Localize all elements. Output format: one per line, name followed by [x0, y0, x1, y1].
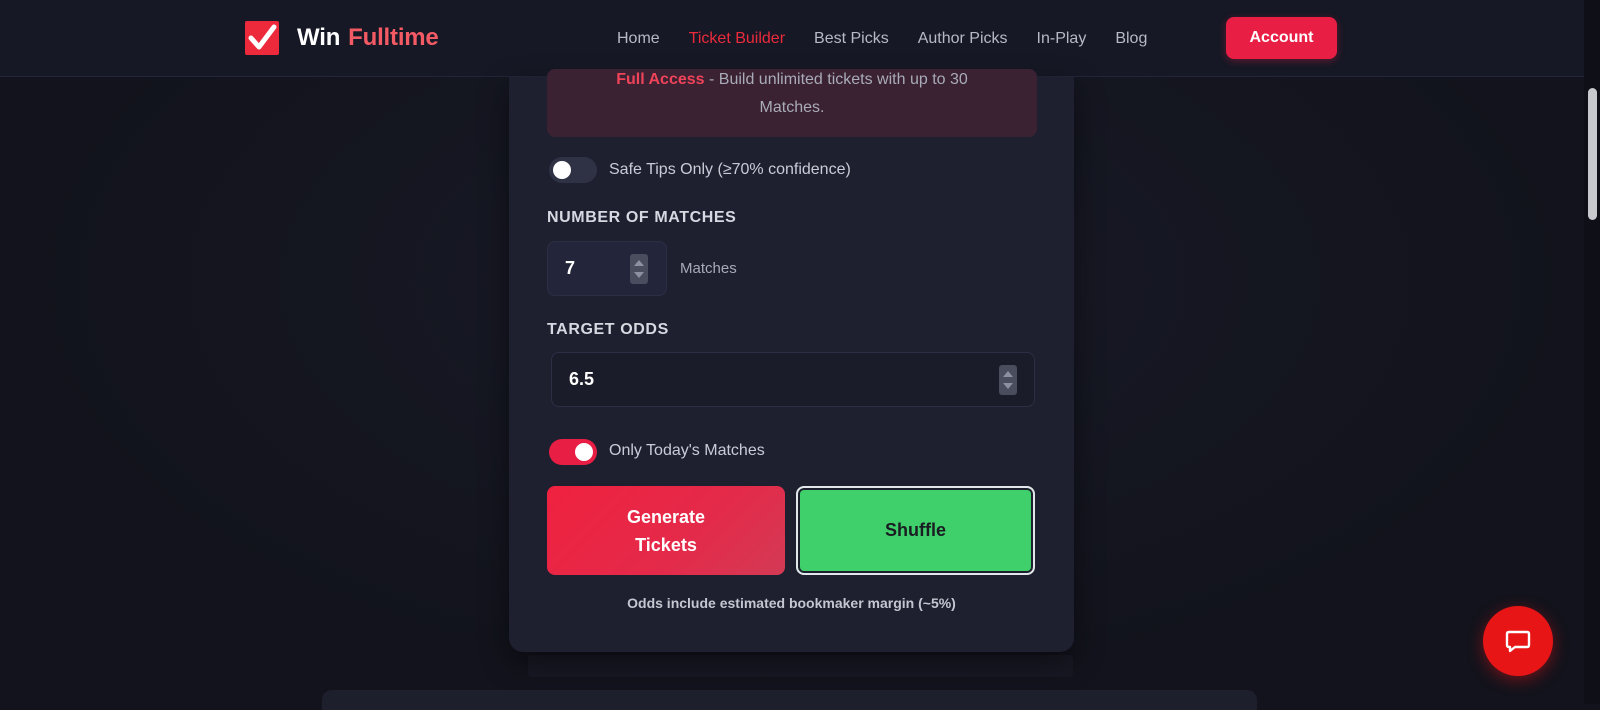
matches-value: 7: [565, 258, 576, 278]
nav-blog[interactable]: Blog: [1115, 30, 1147, 48]
next-section-edge: [322, 690, 1257, 710]
safe-tips-label: Safe Tips Only (≥70% confidence): [609, 161, 851, 178]
safe-tips-toggle[interactable]: [549, 157, 597, 183]
target-odds-value: 6.5: [569, 369, 595, 389]
today-only-toggle[interactable]: [549, 439, 597, 465]
matches-unit: Matches: [680, 260, 737, 277]
scrollbar-thumb[interactable]: [1588, 88, 1597, 220]
nav-best-picks[interactable]: Best Picks: [814, 30, 889, 48]
nav-author-picks[interactable]: Author Picks: [918, 30, 1008, 48]
nav-ticket-builder[interactable]: Ticket Builder: [689, 30, 785, 48]
brand-logo[interactable]: Win Fulltime: [245, 21, 439, 55]
odds-footnote: Odds include estimated bookmaker margin …: [627, 595, 956, 611]
notice-line-2: Matches.: [759, 99, 825, 116]
main-nav: Home Ticket Builder Best Picks Author Pi…: [617, 30, 1176, 48]
notice-line-1: Full Access - Build unlimited tickets wi…: [547, 69, 1037, 94]
nav-in-play[interactable]: In-Play: [1037, 30, 1087, 48]
card-underlay: [528, 655, 1073, 677]
generate-label-line-1: Generate: [626, 506, 706, 527]
chat-button[interactable]: [1483, 606, 1553, 676]
brand-word-fulltime: Fulltime: [348, 24, 439, 51]
account-button[interactable]: Account: [1226, 17, 1337, 59]
nav-home[interactable]: Home: [617, 30, 660, 48]
matches-title: NUMBER OF MATCHES: [547, 209, 737, 226]
checkmark-icon: [245, 21, 279, 55]
spinner-up-icon[interactable]: [634, 260, 644, 266]
spinner-down-icon[interactable]: [634, 272, 644, 278]
notice-strong: Full Access: [616, 71, 705, 88]
spinner-up-icon[interactable]: [1003, 371, 1013, 377]
ticket-builder-card: Full Access - Build unlimited tickets wi…: [509, 69, 1074, 652]
matches-input[interactable]: 7: [547, 241, 667, 296]
today-only-label: Only Today's Matches: [609, 442, 765, 459]
odds-spinner[interactable]: [999, 365, 1017, 395]
chat-bubble-icon: [1505, 630, 1531, 653]
toggle-knob: [575, 443, 593, 461]
target-odds-title: TARGET ODDS: [547, 321, 669, 338]
top-navbar: Win Fulltime Home Ticket Builder Best Pic…: [0, 0, 1600, 77]
brand-word-win: Win: [297, 24, 341, 51]
page-scrollbar[interactable]: [1584, 0, 1600, 704]
generate-tickets-button[interactable]: Generate Tickets: [547, 486, 785, 575]
access-notice: Full Access - Build unlimited tickets wi…: [547, 69, 1037, 137]
notice-text: - Build unlimited tickets with up to 30: [704, 71, 968, 88]
generate-label-line-2: Tickets: [635, 534, 697, 555]
shuffle-button[interactable]: Shuffle: [796, 486, 1035, 575]
toggle-knob: [553, 161, 571, 179]
matches-spinner[interactable]: [630, 254, 648, 284]
target-odds-input[interactable]: 6.5: [551, 352, 1035, 407]
brand-name: Win Fulltime: [297, 24, 439, 52]
spinner-down-icon[interactable]: [1003, 383, 1013, 389]
